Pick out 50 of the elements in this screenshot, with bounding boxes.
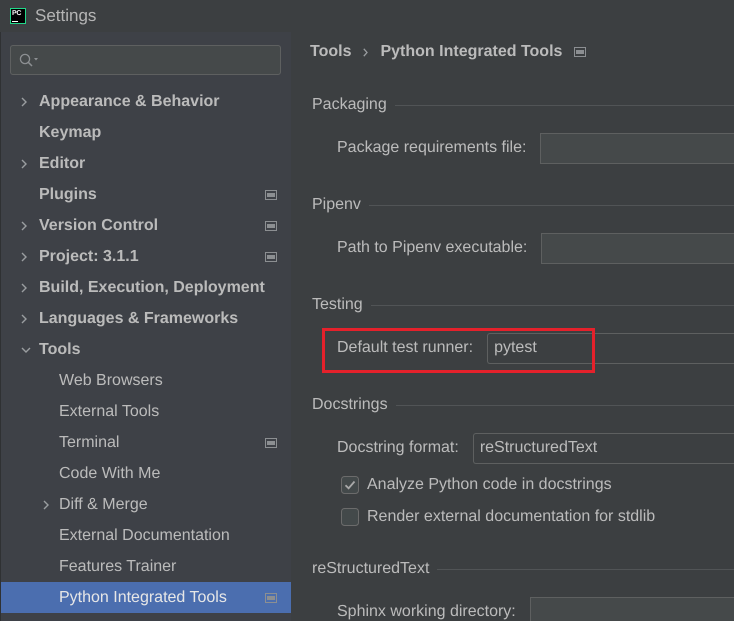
field-label: Docstring format:: [337, 439, 459, 457]
chevron-icon[interactable]: [21, 220, 27, 230]
field-label: Sphinx working directory:: [337, 603, 516, 621]
chevron-icon[interactable]: [21, 252, 27, 262]
chevron-icon: [363, 48, 368, 56]
text-field[interactable]: [530, 596, 734, 621]
chevron-icon[interactable]: [21, 314, 27, 324]
chevron-icon[interactable]: [21, 282, 27, 292]
section-title: reStructuredText: [312, 560, 430, 578]
section-title: Packaging: [312, 96, 387, 114]
tree-item[interactable]: Languages & Frameworks: [1, 303, 291, 334]
tree-item[interactable]: Features Trainer: [1, 551, 291, 582]
chevron-icon[interactable]: [21, 346, 31, 352]
chevron-icon[interactable]: [43, 500, 49, 510]
tree-item[interactable]: Diff & Merge: [1, 489, 291, 520]
tree-item[interactable]: Plugins: [1, 179, 291, 210]
tree-item[interactable]: External Tools: [1, 396, 291, 427]
tree-item[interactable]: Code With Me: [1, 458, 291, 489]
chevron-icon[interactable]: [21, 96, 27, 106]
dropdown[interactable]: reStructuredText: [472, 432, 734, 464]
tree-item[interactable]: Python Integrated Tools: [1, 582, 291, 613]
field-label: Package requirements file:: [337, 139, 526, 157]
checkbox[interactable]: [341, 508, 359, 526]
checkbox-label[interactable]: Analyze Python code in docstrings: [367, 476, 612, 494]
tree-item[interactable]: Version Control: [1, 210, 291, 241]
search-icon[interactable]: [19, 53, 39, 67]
tree-item[interactable]: Keymap: [1, 117, 291, 148]
search-field[interactable]: [10, 45, 281, 75]
tree-item[interactable]: Editor: [1, 148, 291, 179]
tree-item[interactable]: Tools: [1, 334, 291, 365]
tree-item[interactable]: Build, Execution, Deployment: [1, 272, 291, 303]
section-title: Pipenv: [312, 196, 361, 214]
text-field[interactable]: [540, 132, 734, 164]
field-label: Default test runner:: [337, 339, 474, 357]
tree-item[interactable]: Project: 3.1.1: [1, 241, 291, 272]
window-title: Settings: [35, 6, 96, 26]
breadcrumb-current: Python Integrated Tools: [380, 43, 562, 61]
checkbox[interactable]: [341, 476, 359, 494]
field-label: Path to Pipenv executable:: [337, 239, 528, 257]
tree-item[interactable]: Appearance & Behavior: [1, 86, 291, 117]
text-field[interactable]: [541, 232, 734, 264]
tree-item[interactable]: Web Browsers: [1, 365, 291, 396]
section-title: Testing: [312, 296, 363, 314]
tree-item[interactable]: Terminal: [1, 427, 291, 458]
checkbox-label[interactable]: Render external documentation for stdlib: [367, 508, 656, 526]
section-title: Docstrings: [312, 396, 388, 414]
chevron-icon[interactable]: [21, 158, 27, 168]
breadcrumb-link[interactable]: Tools: [310, 43, 352, 61]
dropdown[interactable]: pytest: [487, 332, 734, 364]
tree-item[interactable]: External Documentation: [1, 520, 291, 551]
